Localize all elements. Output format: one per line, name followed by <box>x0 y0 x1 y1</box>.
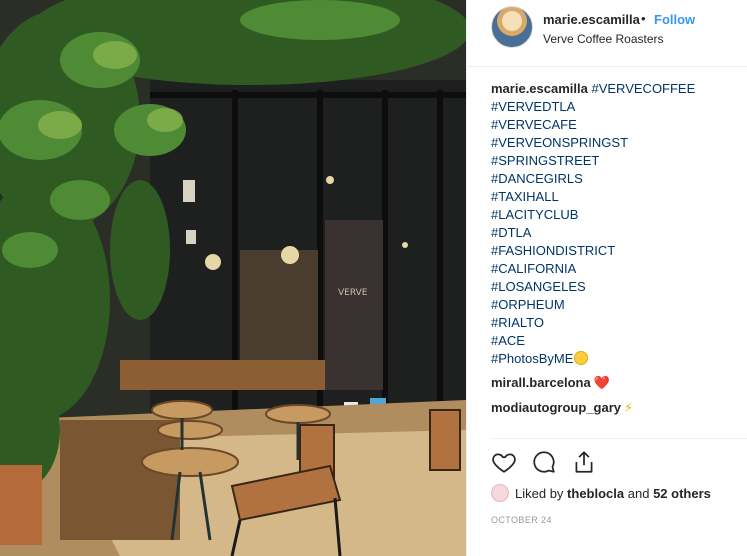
likes-prefix: Liked by <box>515 486 564 501</box>
hashtag-link[interactable]: #VERVEONSPRINGST <box>491 134 695 152</box>
follow-button[interactable]: Follow <box>654 12 695 27</box>
likes-connector: and <box>627 486 650 501</box>
cafe-scene-image: VERVE A <box>0 0 466 556</box>
hashtag-link[interactable]: #ORPHEUM <box>491 296 695 314</box>
post-details-panel: marie.escamilla • Follow Verve Coffee Ro… <box>466 0 747 556</box>
hashtag-row: #PhotosByME <box>491 350 695 368</box>
hashtag-link[interactable]: #VERVECAFE <box>491 116 695 134</box>
post-header: marie.escamilla • Follow Verve Coffee Ro… <box>467 0 747 67</box>
hashtag-link[interactable]: #RIALTO <box>491 314 695 332</box>
hashtag-link[interactable]: #SPRINGSTREET <box>491 152 695 170</box>
comment-item: mirall.barcelona ❤️ <box>491 375 610 391</box>
hashtag-link[interactable]: #CALIFORNIA <box>491 260 695 278</box>
hashtag-link[interactable]: #FASHIONDISTRICT <box>491 242 695 260</box>
caption: marie.escamilla #VERVECOFFEE #VERVEDTLA … <box>491 80 695 368</box>
share-icon[interactable] <box>571 449 599 477</box>
divider <box>491 438 747 439</box>
comment-icon[interactable] <box>531 449 559 477</box>
grin-emoji-icon <box>574 351 589 365</box>
lightning-emoji-icon: ⚡ <box>624 400 634 415</box>
hashtag-link[interactable]: #DTLA <box>491 224 695 242</box>
hashtag-link[interactable]: #VERVECOFFEE <box>591 81 695 96</box>
location-link[interactable]: Verve Coffee Roasters <box>543 32 664 46</box>
post-photo[interactable]: VERVE A <box>0 0 466 556</box>
heart-emoji-icon: ❤️ <box>593 375 610 390</box>
likes-summary: Liked by theblocla and 52 others <box>515 486 711 501</box>
separator-dot: • <box>641 11 646 26</box>
liker-avatar[interactable] <box>491 484 509 502</box>
svg-text:VERVE: VERVE <box>338 288 368 298</box>
hashtag-link[interactable]: #LOSANGELES <box>491 278 695 296</box>
hashtag-link[interactable]: #PhotosByME <box>491 351 573 366</box>
likes-others-link[interactable]: 52 others <box>653 486 711 501</box>
comment-username[interactable]: modiautogroup_gary <box>491 400 621 415</box>
hashtag-link[interactable]: #LACITYCLUB <box>491 206 695 224</box>
heart-icon[interactable] <box>491 449 519 477</box>
hashtag-link[interactable]: #VERVEDTLA <box>491 98 695 116</box>
hashtag-link[interactable]: #ACE <box>491 332 695 350</box>
hashtag-link[interactable]: #DANCEGIRLS <box>491 170 695 188</box>
avatar[interactable] <box>491 6 533 48</box>
liker-username[interactable]: theblocla <box>567 486 624 501</box>
comment-username[interactable]: mirall.barcelona <box>491 375 591 390</box>
comment-item: modiautogroup_gary ⚡ <box>491 400 633 416</box>
post-date[interactable]: OCTOBER 24 <box>491 515 552 525</box>
author-username[interactable]: marie.escamilla <box>543 12 640 27</box>
hashtag-link[interactable]: #TAXIHALL <box>491 188 695 206</box>
caption-username[interactable]: marie.escamilla <box>491 81 588 96</box>
